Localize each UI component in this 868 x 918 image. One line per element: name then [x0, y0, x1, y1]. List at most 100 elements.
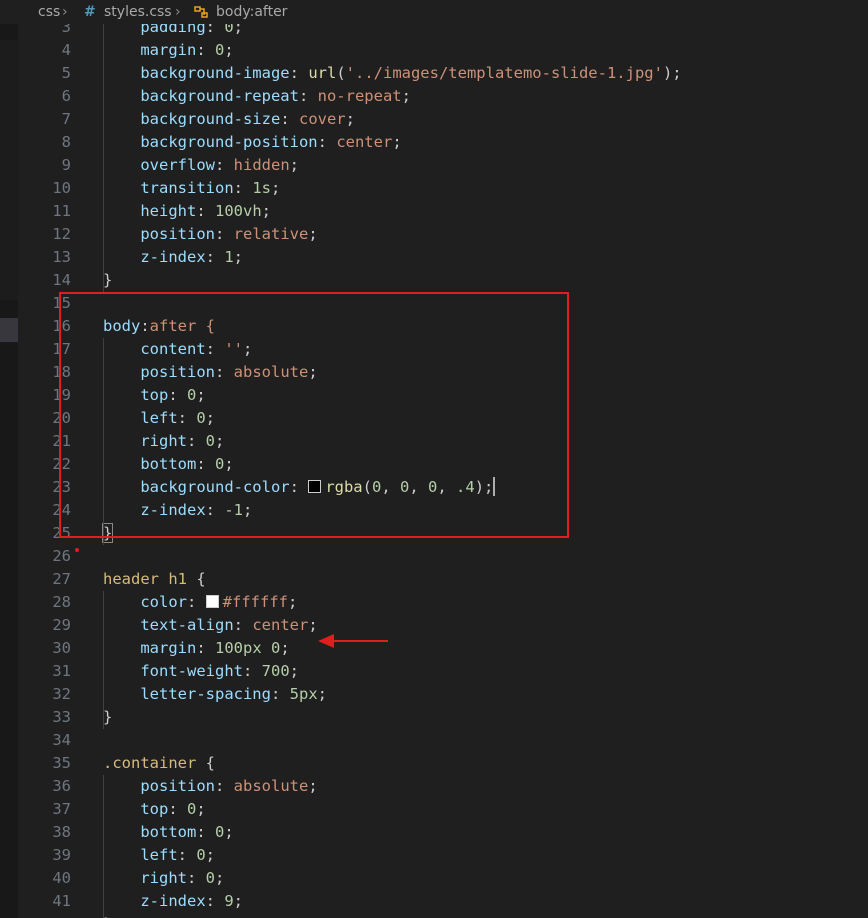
code-text: background-position: center;	[140, 133, 402, 151]
code-line[interactable]: 36 position: absolute;	[0, 775, 868, 798]
line-number: 6	[61, 87, 71, 105]
breadcrumb-folder[interactable]: css	[38, 4, 60, 20]
code-text: position: absolute;	[140, 777, 318, 795]
code-line[interactable]: 41 z-index: 9;	[0, 890, 868, 913]
breadcrumb-file[interactable]: styles.css	[104, 4, 172, 20]
symbol-class-icon	[192, 4, 210, 24]
code-text: }	[103, 913, 112, 918]
code-text: bottom: 0;	[140, 823, 234, 841]
annotation-highlight-box	[59, 292, 569, 538]
chevron-right-icon: ›	[175, 4, 181, 20]
code-line[interactable]: 27 header h1 {	[0, 568, 868, 591]
code-line[interactable]: 12 position: relative;	[0, 223, 868, 246]
line-number: 5	[61, 64, 71, 82]
code-text: color: #ffffff;	[140, 593, 298, 611]
line-number: 39	[52, 846, 71, 864]
line-number: 33	[52, 708, 71, 726]
annotation-arrow	[318, 634, 388, 648]
code-line[interactable]: 29 text-align: center;	[0, 614, 868, 637]
line-number: 31	[52, 662, 71, 680]
line-number: 34	[52, 731, 71, 749]
code-line[interactable]: 9 overflow: hidden;	[0, 154, 868, 177]
breadcrumb-symbol[interactable]: body:after	[216, 4, 287, 20]
code-text: .container {	[103, 754, 215, 772]
code-text: height: 100vh;	[140, 202, 272, 220]
indent-guide	[103, 775, 104, 918]
code-line[interactable]: 31 font-weight: 700;	[0, 660, 868, 683]
code-line[interactable]: 10 transition: 1s;	[0, 177, 868, 200]
code-line[interactable]: 26	[0, 545, 868, 568]
breadcrumb: css › # styles.css › body:after	[0, 0, 868, 24]
line-number: 41	[52, 892, 71, 910]
color-swatch[interactable]	[205, 595, 219, 608]
code-text: z-index: 9;	[140, 892, 244, 910]
line-number: 36	[52, 777, 71, 795]
code-text: transition: 1s;	[140, 179, 281, 197]
code-text: padding: 0;	[140, 24, 244, 36]
line-number: 30	[52, 639, 71, 657]
code-text: text-align: center;	[140, 616, 318, 634]
code-line[interactable]: 13 z-index: 1;	[0, 246, 868, 269]
code-text: }	[103, 271, 113, 289]
code-line[interactable]: 40 right: 0;	[0, 867, 868, 890]
code-line[interactable]: 34	[0, 729, 868, 752]
line-number: 13	[52, 248, 71, 266]
line-number: 35	[52, 754, 71, 772]
code-line[interactable]: 32 letter-spacing: 5px;	[0, 683, 868, 706]
line-number: 9	[61, 156, 71, 174]
code-text: background-repeat: no-repeat;	[140, 87, 411, 105]
line-number: 28	[52, 593, 71, 611]
line-number: 11	[52, 202, 71, 220]
code-text: font-weight: 700;	[140, 662, 299, 680]
code-text: overflow: hidden;	[140, 156, 299, 174]
indent-guide	[103, 591, 104, 729]
code-text: right: 0;	[140, 869, 225, 887]
code-line[interactable]: 7 background-size: cover;	[0, 108, 868, 131]
code-text: position: relative;	[140, 225, 318, 243]
code-line[interactable]: 42}	[0, 913, 868, 918]
code-text: left: 0;	[140, 846, 216, 864]
code-line[interactable]: 14}	[0, 269, 868, 292]
line-number: 8	[61, 133, 71, 151]
code-text: background-image: url('../images/templat…	[140, 64, 682, 82]
line-number: 3	[61, 24, 71, 36]
code-line[interactable]: 35 .container {	[0, 752, 868, 775]
annotation-dot	[75, 548, 79, 552]
code-line[interactable]: 28 color: #ffffff;	[0, 591, 868, 614]
line-number: 10	[52, 179, 71, 197]
line-number: 37	[52, 800, 71, 818]
line-number: 29	[52, 616, 71, 634]
css-hash-icon: #	[84, 4, 96, 20]
code-line[interactable]: 39 left: 0;	[0, 844, 868, 867]
code-text: top: 0;	[140, 800, 206, 818]
chevron-right-icon: ›	[62, 4, 68, 20]
line-number: 26	[52, 547, 71, 565]
code-text: margin: 0;	[140, 41, 234, 59]
code-line[interactable]: 38 bottom: 0;	[0, 821, 868, 844]
line-number: 42	[0, 913, 71, 918]
code-text: }	[103, 708, 113, 726]
line-number: 27	[52, 570, 71, 588]
line-number: 14	[52, 271, 71, 289]
code-text: header h1 {	[103, 570, 206, 588]
code-line[interactable]: 4 margin: 0;	[0, 39, 868, 62]
code-text: z-index: 1;	[140, 248, 244, 266]
line-number: 38	[52, 823, 71, 841]
line-number: 32	[52, 685, 71, 703]
code-line[interactable]: 3 padding: 0;	[0, 24, 868, 39]
line-number: 7	[61, 110, 71, 128]
code-text: margin: 100px 0;	[140, 639, 290, 657]
code-text: letter-spacing: 5px;	[140, 685, 327, 703]
code-line[interactable]: 33}	[0, 706, 868, 729]
code-line[interactable]: 37 top: 0;	[0, 798, 868, 821]
line-number: 12	[52, 225, 71, 243]
code-line[interactable]: 11 height: 100vh;	[0, 200, 868, 223]
code-line[interactable]: 6 background-repeat: no-repeat;	[0, 85, 868, 108]
code-line[interactable]: 5 background-image: url('../images/templ…	[0, 62, 868, 85]
code-line[interactable]: 30 margin: 100px 0;	[0, 637, 868, 660]
code-line[interactable]: 8 background-position: center;	[0, 131, 868, 154]
line-number: 40	[52, 869, 71, 887]
line-number: 4	[61, 41, 71, 59]
indent-guide	[103, 24, 104, 292]
code-text: background-size: cover;	[140, 110, 355, 128]
